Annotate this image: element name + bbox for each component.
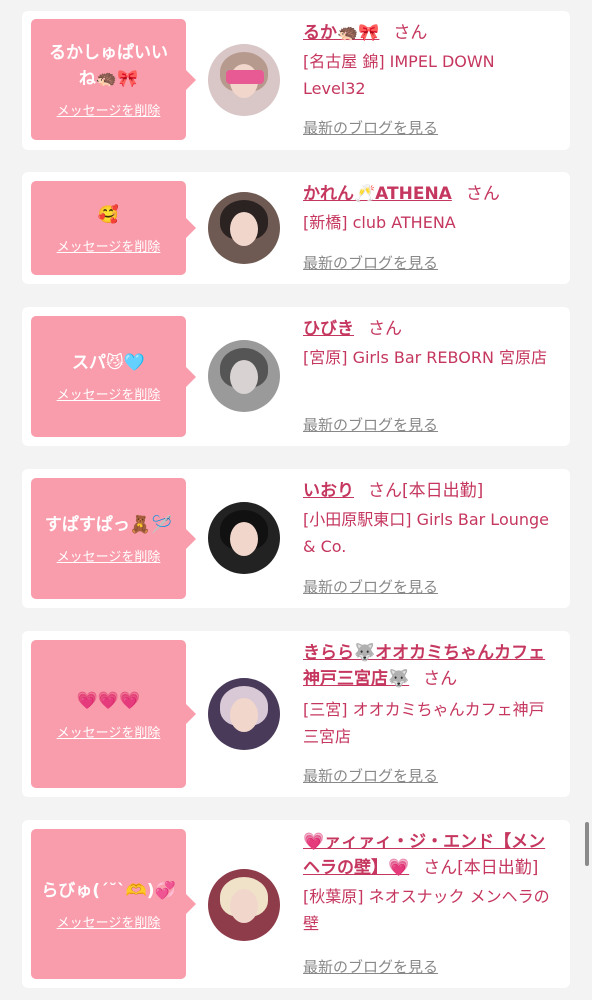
honorific: さん: [423, 858, 458, 878]
honorific: さん: [465, 184, 500, 204]
cast-info: きらら🐺オオカミちゃんカフェ神戸三宮店🐺 さん [三宮] オオカミちゃんカフェ神戸…: [303, 640, 560, 750]
cast-info: ひびき さん [宮原] Girls Bar REBORN 宮原店: [303, 316, 560, 371]
latest-blog-link[interactable]: 最新のブログを見る: [303, 765, 438, 786]
latest-blog-link[interactable]: 最新のブログを見る: [303, 956, 438, 977]
shop-name: [三宮] オオカミちゃんカフェ神戸三宮店: [303, 700, 545, 746]
avatar[interactable]: [208, 192, 280, 264]
status-badge: [本日出勤]: [457, 858, 539, 878]
delete-message-link[interactable]: メッセージを削除: [57, 236, 161, 255]
message-bubble: 🥰 メッセージを削除: [31, 181, 196, 275]
latest-blog-link[interactable]: 最新のブログを見る: [303, 576, 438, 597]
avatar[interactable]: [208, 340, 280, 412]
cast-info: 💗ァィァィ・ジ・エンド【メンヘラの壁】💗 さん[本日出勤] [秋葉原] ネオスナッ…: [303, 829, 560, 937]
latest-blog-link[interactable]: 最新のブログを見る: [303, 252, 438, 273]
avatar[interactable]: [208, 502, 280, 574]
latest-blog-link[interactable]: 最新のブログを見る: [303, 117, 438, 138]
shop-name: [名古屋 錦] IMPEL DOWN Level32: [303, 52, 495, 98]
scrollbar-thumb[interactable]: [585, 822, 589, 866]
message-card: らびゅ(ˊ˘ˋ🫶)💞 メッセージを削除 💗ァィァィ・ジ・エンド【メンヘラの壁】💗…: [22, 820, 570, 988]
cast-name-link[interactable]: ひびき: [303, 319, 354, 339]
delete-message-link[interactable]: メッセージを削除: [57, 912, 161, 931]
avatar[interactable]: [208, 44, 280, 116]
avatar-face: [230, 212, 258, 246]
message-card: 🥰 メッセージを削除 かれん🥂ATHENA さん [新橋] club ATHENA…: [22, 172, 570, 284]
message-card: すぱすぱっ🧸🪡 メッセージを削除 いおり さん[本日出勤] [小田原駅東口] Gi…: [22, 469, 570, 608]
message-bubble: スパ😼🩵 メッセージを削除: [31, 316, 196, 437]
message-card: 💗💗💗 メッセージを削除 きらら🐺オオカミちゃんカフェ神戸三宮店🐺 さん [三宮]…: [22, 631, 570, 797]
status-badge: [本日出勤]: [402, 481, 484, 501]
message-card: スパ😼🩵 メッセージを削除 ひびき さん [宮原] Girls Bar REBOR…: [22, 307, 570, 446]
cast-info: いおり さん[本日出勤] [小田原駅東口] Girls Bar Lounge & …: [303, 478, 560, 560]
delete-message-link[interactable]: メッセージを削除: [57, 546, 161, 565]
message-text: るかしゅぱいいね🦔🎀: [49, 43, 168, 89]
delete-message-link[interactable]: メッセージを削除: [57, 100, 161, 119]
shop-name: [小田原駅東口] Girls Bar Lounge & Co.: [303, 510, 550, 556]
honorific: さん: [423, 669, 458, 689]
message-bubble: 💗💗💗 メッセージを削除: [31, 640, 196, 788]
shop-name: [秋葉原] ネオスナック メンヘラの壁: [303, 887, 550, 933]
message-text: 🥰: [97, 204, 120, 225]
message-text: すぱすぱっ🧸🪡: [44, 515, 173, 535]
avatar-face: [230, 889, 258, 923]
cast-name-link[interactable]: るか🦔🎀: [303, 23, 379, 43]
shop-name: [新橋] club ATHENA: [303, 213, 456, 232]
latest-blog-link[interactable]: 最新のブログを見る: [303, 414, 438, 435]
avatar-face: [230, 698, 258, 732]
message-bubble: らびゅ(ˊ˘ˋ🫶)💞 メッセージを削除: [31, 829, 196, 979]
message-bubble: るかしゅぱいいね🦔🎀 メッセージを削除: [31, 19, 196, 140]
cast-info: かれん🥂ATHENA さん [新橋] club ATHENA: [303, 181, 560, 236]
honorific: さん: [368, 319, 402, 339]
honorific: さん: [368, 481, 402, 501]
honorific: さん: [393, 23, 428, 43]
avatar-face: [230, 360, 258, 394]
message-text: 💗💗💗: [76, 690, 141, 711]
avatar[interactable]: [208, 678, 280, 750]
message-text: らびゅ(ˊ˘ˋ🫶)💞: [41, 880, 176, 901]
message-text: スパ😼🩵: [72, 353, 145, 373]
avatar[interactable]: [208, 869, 280, 941]
avatar-face: [230, 522, 258, 556]
message-card: るかしゅぱいいね🦔🎀 メッセージを削除 るか🦔🎀 さん [名古屋 錦] IMPEL…: [22, 11, 570, 150]
delete-message-link[interactable]: メッセージを削除: [57, 722, 161, 741]
avatar-sticker: [226, 70, 264, 84]
message-bubble: すぱすぱっ🧸🪡 メッセージを削除: [31, 478, 196, 599]
cast-info: るか🦔🎀 さん [名古屋 錦] IMPEL DOWN Level32: [303, 20, 560, 102]
shop-name: [宮原] Girls Bar REBORN 宮原店: [303, 348, 547, 367]
cast-name-link[interactable]: かれん🥂ATHENA: [303, 184, 452, 204]
cast-name-link[interactable]: いおり: [303, 481, 354, 501]
delete-message-link[interactable]: メッセージを削除: [57, 384, 161, 403]
